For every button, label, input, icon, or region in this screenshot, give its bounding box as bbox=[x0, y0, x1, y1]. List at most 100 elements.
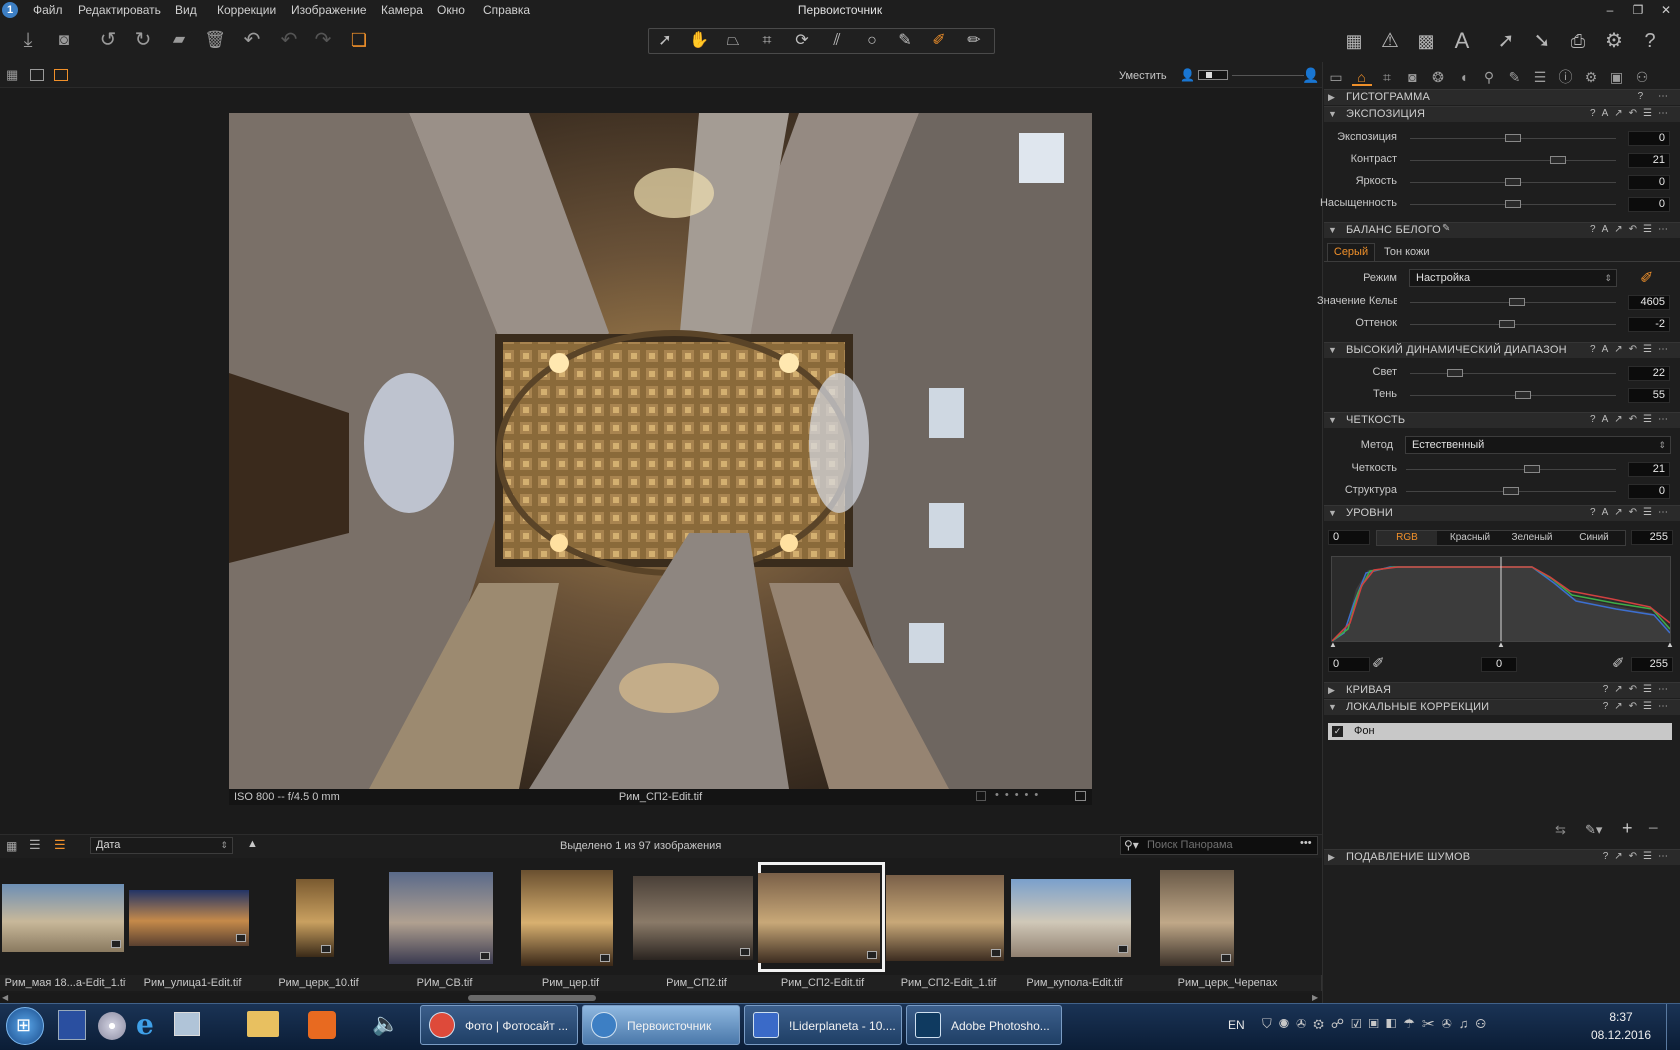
menu-image[interactable]: Изображение bbox=[291, 3, 367, 17]
section-hdr[interactable]: ▼ ВЫСОКИЙ ДИНАМИЧЕСКИЙ ДИАПАЗОН ?A↗↶☰⋯ bbox=[1324, 342, 1680, 358]
info-box-icon[interactable] bbox=[1075, 791, 1086, 801]
thumbnail-label[interactable]: Рим_мая 18...а-Edit_1.tif bbox=[0, 975, 134, 991]
remove-layer-icon[interactable]: − bbox=[1648, 818, 1659, 839]
capture-tab-icon[interactable]: ⌂ bbox=[1351, 68, 1372, 86]
white-point-picker-icon[interactable]: ✐ bbox=[1612, 654, 1625, 672]
redo-icon[interactable]: ↷ bbox=[311, 28, 335, 52]
thumbnail-label[interactable]: Рим_СП2.tif bbox=[630, 975, 764, 991]
levels-input-high[interactable]: 255 bbox=[1631, 530, 1673, 545]
taskbar-button[interactable]: Первоисточник bbox=[582, 1005, 740, 1045]
menu-camera[interactable]: Камера bbox=[381, 3, 423, 17]
thumbnail-image[interactable] bbox=[1011, 879, 1131, 957]
clock-date[interactable]: 08.12.2016 bbox=[1582, 1028, 1660, 1042]
dvd-icon[interactable] bbox=[98, 1012, 126, 1040]
add-layer-icon[interactable]: + bbox=[1622, 818, 1633, 839]
section-local-adjustments[interactable]: ▼ ЛОКАЛЬНЫЕ КОРРЕКЦИИ ?↗↶☰⋯ bbox=[1324, 699, 1680, 715]
thumbnail-image[interactable] bbox=[758, 873, 880, 963]
pointer-tool-icon[interactable]: ➚ bbox=[652, 30, 678, 52]
filmstrip-scroll-thumb[interactable] bbox=[468, 995, 596, 1001]
slider-value[interactable]: 21 bbox=[1628, 462, 1670, 477]
info-tab-icon[interactable]: ⓘ bbox=[1556, 68, 1576, 86]
language-indicator[interactable]: EN bbox=[1228, 1018, 1245, 1032]
slider-value[interactable]: 22 bbox=[1628, 366, 1670, 381]
media-player-icon[interactable] bbox=[308, 1011, 336, 1039]
thumbnail-image[interactable] bbox=[1160, 870, 1234, 966]
thumbnail-info-icon[interactable] bbox=[480, 952, 490, 960]
menu-edit[interactable]: Редактировать bbox=[78, 3, 161, 17]
slider-handle[interactable] bbox=[1515, 391, 1532, 399]
minimize-button[interactable]: – bbox=[1596, 0, 1624, 20]
start-button[interactable]: ⊞ bbox=[6, 1007, 44, 1045]
slider-track[interactable] bbox=[1406, 469, 1616, 470]
layer-row-background[interactable]: ✓ Фон bbox=[1328, 723, 1672, 740]
thumbnail-image[interactable] bbox=[521, 870, 613, 966]
thumbnail-info-icon[interactable] bbox=[111, 940, 121, 948]
slider-handle[interactable] bbox=[1509, 298, 1526, 306]
section-actions-icon[interactable]: ?↗↶☰⋯ bbox=[1574, 684, 1674, 695]
slider-value[interactable]: 0 bbox=[1628, 484, 1670, 499]
slider-track[interactable] bbox=[1410, 160, 1616, 161]
section-actions-icon[interactable]: ?↗↶☰⋯ bbox=[1574, 701, 1674, 712]
section-actions-icon[interactable]: ?↗↶☰⋯ bbox=[1574, 851, 1674, 862]
slider-value[interactable]: 0 bbox=[1628, 175, 1670, 190]
section-clarity[interactable]: ▼ ЧЕТКОСТЬ ?A↗↶☰⋯ bbox=[1324, 412, 1680, 428]
thumbnail-label[interactable]: Рим_церк_10.tif bbox=[252, 975, 386, 991]
grid-view-icon[interactable]: ▦ bbox=[1340, 28, 1368, 54]
channel-tab-green[interactable]: Зеленый bbox=[1502, 532, 1562, 543]
section-levels[interactable]: ▼ УРОВНИ ?A↗↶☰⋯ bbox=[1324, 505, 1680, 521]
section-actions-icon[interactable]: ?A↗↶☰⋯ bbox=[1574, 108, 1674, 119]
clock-time[interactable]: 8:37 bbox=[1590, 1010, 1652, 1024]
tray-icons[interactable]: ⛉◉✇⚙☍☑▣◧☂✂✇♫⚇ bbox=[1262, 1016, 1493, 1032]
section-exposure[interactable]: ▼ ЭКСПОЗИЦИЯ ?A↗↶☰⋯ bbox=[1324, 106, 1680, 122]
arrow-up-icon[interactable]: ➚ bbox=[1492, 28, 1520, 54]
slider-handle[interactable] bbox=[1498, 320, 1515, 328]
show-desktop-button[interactable] bbox=[1666, 1004, 1680, 1050]
slider-handle[interactable] bbox=[1503, 487, 1519, 495]
wb-picker-icon[interactable]: ✐ bbox=[1640, 268, 1653, 288]
batch-tab-icon[interactable]: ▣ bbox=[1607, 68, 1627, 86]
thumbnail-image[interactable] bbox=[389, 872, 493, 964]
single-view-icon[interactable] bbox=[30, 69, 44, 81]
taskbar-button[interactable]: !Liderplaneta - 10.... bbox=[744, 1005, 902, 1045]
zoom-fit-label[interactable]: Уместить bbox=[1119, 70, 1167, 82]
zoom-slider[interactable] bbox=[1198, 70, 1228, 80]
scroll-right-icon[interactable]: ▶ bbox=[1312, 993, 1318, 1002]
thumbnail-info-icon[interactable] bbox=[600, 954, 610, 962]
copy-stack-icon[interactable]: ❏ bbox=[347, 28, 371, 52]
menu-help[interactable]: Справка bbox=[483, 3, 530, 17]
thumbnail-label[interactable]: Рим_СП2-Edit_1.tif bbox=[882, 975, 1016, 991]
export-folder-icon[interactable]: ▰ bbox=[167, 28, 191, 52]
save-disk-icon[interactable] bbox=[58, 1010, 86, 1040]
grid-layout-icon[interactable]: ▦ bbox=[6, 68, 20, 81]
thumbnail-label[interactable]: Рим_улица1-Edit.tif bbox=[126, 975, 260, 991]
section-histogram[interactable]: ▶ ГИСТОГРАММА ? ⋯ bbox=[1324, 89, 1680, 105]
section-actions-icon[interactable]: ?A↗↶☰⋯ bbox=[1574, 344, 1674, 355]
levels-output-high[interactable]: 255 bbox=[1631, 657, 1673, 672]
layer-checkbox[interactable]: ✓ bbox=[1332, 726, 1343, 737]
section-actions-icon[interactable]: ?A↗↶☰⋯ bbox=[1574, 507, 1674, 518]
thumbnail-info-icon[interactable] bbox=[236, 934, 246, 942]
warning-icon[interactable]: ⚠ bbox=[1376, 28, 1404, 54]
camera-tab-icon[interactable]: ◙ bbox=[1403, 68, 1423, 86]
close-button[interactable]: ✕ bbox=[1652, 0, 1680, 20]
menu-view[interactable]: Вид bbox=[175, 3, 197, 17]
slider-handle[interactable] bbox=[1505, 178, 1521, 186]
thumbnail-info-icon[interactable] bbox=[321, 945, 331, 953]
slider-handle[interactable] bbox=[1447, 369, 1464, 377]
levels-histogram[interactable] bbox=[1331, 556, 1671, 642]
section-actions-icon[interactable]: ?A↗↶☰⋯ bbox=[1574, 224, 1674, 235]
section-menu-icon[interactable]: ? ⋯ bbox=[1574, 91, 1674, 102]
thumbnail-image[interactable] bbox=[2, 884, 124, 952]
browser-list-icon[interactable]: ☰ bbox=[29, 838, 41, 851]
taskbar-button[interactable]: Adobe Photosho... bbox=[906, 1005, 1062, 1045]
sort-direction-icon[interactable]: ▲ bbox=[247, 838, 258, 850]
thumbnail-label[interactable]: Рим_СП2-Edit.tif bbox=[756, 975, 890, 991]
eraser-icon[interactable]: ✏ bbox=[961, 30, 987, 52]
slider-value[interactable]: 0 bbox=[1628, 197, 1670, 212]
crop-tab-icon[interactable]: ⌗ bbox=[1377, 68, 1397, 86]
straighten-icon[interactable]: ⫽ bbox=[824, 30, 850, 52]
slider-handle[interactable] bbox=[1505, 200, 1521, 208]
browser-grid-icon[interactable]: ▦ bbox=[6, 840, 17, 852]
reset-icon[interactable]: ↶ bbox=[240, 28, 264, 52]
slider-value[interactable]: 0 bbox=[1628, 131, 1670, 146]
